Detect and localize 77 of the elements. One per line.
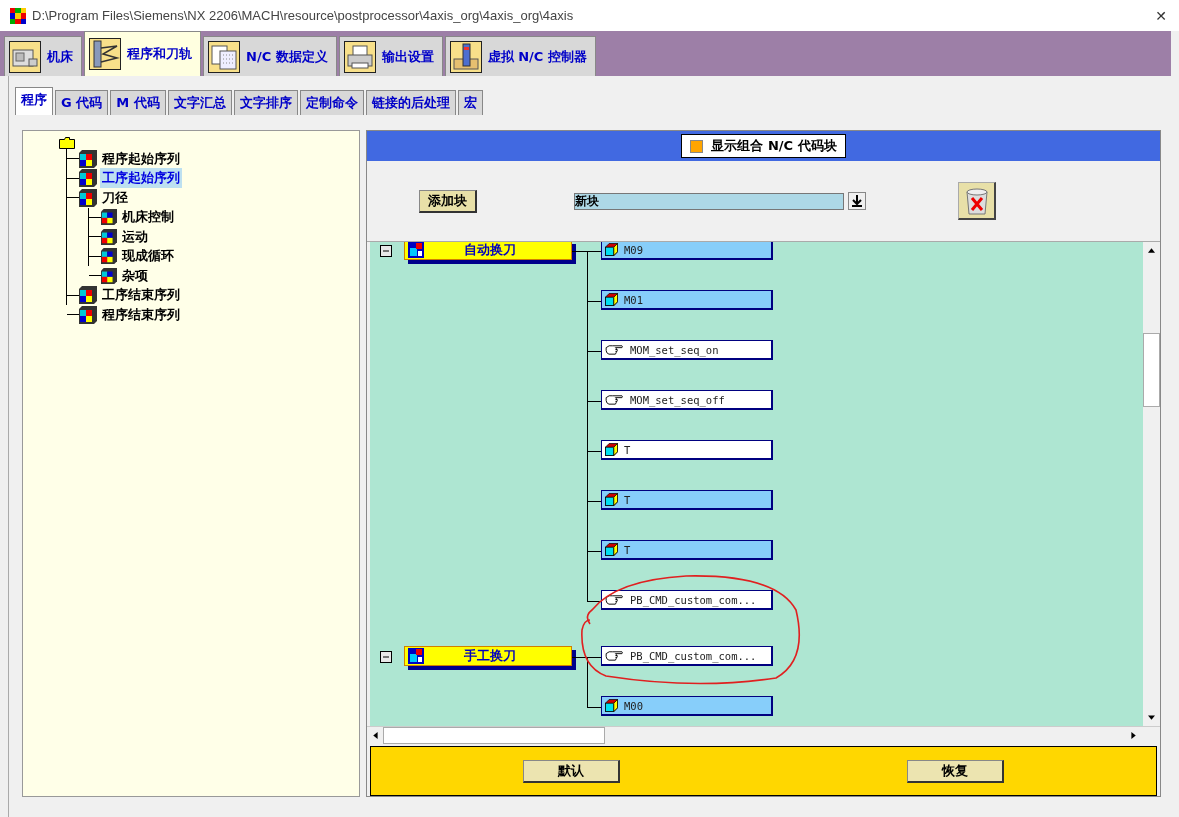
app-icon [10,7,26,24]
main-tab[interactable]: N/C 数据定义 [203,36,337,76]
cube-icon [101,267,117,284]
main-tab[interactable]: 虚拟 N/C 控制器 [444,36,596,76]
sub-tab[interactable]: 程序 [15,87,53,115]
code-block[interactable]: M01 [601,290,773,310]
tool-icon [449,40,482,73]
sub-tab[interactable]: 文字排序 [233,90,298,115]
command-block[interactable]: PB_CMD_custom_com... [601,590,773,610]
scroll-thumb[interactable] [1143,333,1160,407]
cube-icon [605,443,618,456]
scroll-up-icon[interactable] [1148,247,1155,253]
code-block[interactable]: T [601,440,773,460]
tree-item[interactable]: 杂项 [120,265,150,286]
sheet-icon [208,40,240,73]
tree-item[interactable]: 刀径 [100,187,130,208]
cube-icon [605,543,618,556]
cube-icon [101,209,117,226]
dropdown-arrow-icon[interactable] [848,192,866,210]
tree-item[interactable]: 运动 [120,226,150,247]
sub-tab[interactable]: G 代码 [55,90,109,115]
scroll-right-icon[interactable] [1131,732,1137,739]
tree-item[interactable]: 机床控制 [120,207,176,228]
cube-icon [79,305,97,324]
cube-icon [605,293,618,306]
main-tab[interactable]: 程序和刀轨 [84,31,201,76]
code-block[interactable]: M00 [601,696,773,716]
scroll-left-icon[interactable] [372,732,378,739]
main-tab[interactable]: 输出设置 [338,36,443,76]
trash-button[interactable] [958,182,996,220]
tree-item[interactable]: 工序起始序列 [100,168,182,189]
cube-icon [605,493,618,506]
cube-icon [79,286,97,305]
collapse-icon[interactable] [380,651,392,663]
tree-item[interactable]: 工序结束序列 [100,285,182,306]
window-title: D:\Program Files\Siemens\NX 2206\MACH\resource\postprocessor\4axis_org\4axis_org\4axis [32,8,575,23]
default-button[interactable]: 默认 [523,759,620,783]
command-block[interactable]: PB_CMD_custom_com... [601,646,773,666]
tree-item[interactable]: 现成循环 [120,246,176,267]
cube-icon [605,243,618,256]
sub-tab[interactable]: 定制命令 [299,90,364,115]
sub-tab[interactable]: 链接的后处理 [365,90,456,115]
cube-icon [79,149,97,168]
cube-icon [79,188,97,207]
combine-checkbox[interactable]: 显示组合 N/C 代码块 [681,134,846,158]
main-tab[interactable]: 机床 [4,36,82,76]
scroll-thumb[interactable] [383,727,605,744]
pointing-hand-icon [605,593,624,606]
cube-icon [605,699,618,712]
code-block[interactable]: M09 [601,242,773,260]
cube-icon [79,169,97,188]
puzzle-icon [408,647,424,664]
cube-icon [101,228,117,245]
restore-button[interactable]: 恢复 [907,759,1004,783]
toolpath-icon [89,38,121,70]
sub-tab[interactable]: 文字汇总 [167,90,232,115]
puzzle-icon [408,242,424,258]
code-block[interactable]: T [601,540,773,560]
command-block[interactable]: MOM_set_seq_on [601,340,773,360]
collapse-icon[interactable] [380,245,392,257]
tree-item[interactable]: 程序起始序列 [100,148,182,169]
horizontal-scrollbar[interactable] [367,726,1160,744]
add-block-button[interactable]: 添加块 [419,189,477,213]
command-block[interactable]: MOM_set_seq_off [601,390,773,410]
tree-item[interactable]: 程序结束序列 [100,304,182,325]
close-button[interactable]: ✕ [1143,7,1179,24]
printer-icon [343,40,376,73]
sub-tab[interactable]: M 代码 [110,90,166,115]
machine-icon [9,40,41,73]
sub-tab[interactable]: 宏 [457,90,483,115]
pointing-hand-icon [605,343,624,356]
code-block[interactable]: T [601,490,773,510]
block-dropdown[interactable]: 新块 [574,192,844,210]
cube-icon [101,248,117,265]
pointing-hand-icon [605,393,624,406]
pointing-hand-icon [605,649,624,662]
scroll-down-icon[interactable] [1148,715,1155,721]
